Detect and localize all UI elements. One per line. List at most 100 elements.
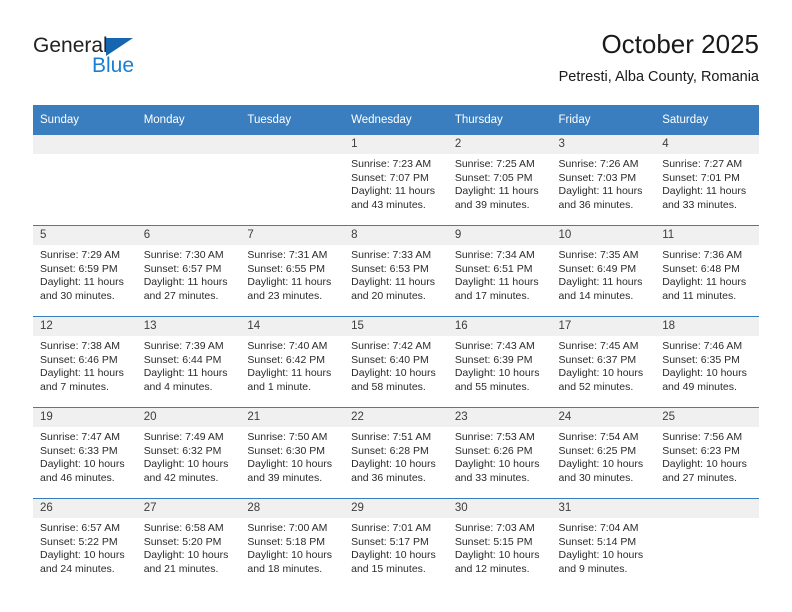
sunrise-text: Sunrise: 7:03 AM [454, 522, 535, 534]
calendar-week-row: 5 Sunrise: 7:29 AM Sunset: 6:59 PM Daylight… [33, 225, 759, 317]
calendar-day-cell[interactable]: 1 Sunrise: 7:23 AM Sunset: 7:07 PM Daylight… [344, 135, 448, 226]
day-sun-info: Sunrise: 7:46 AM Sunset: 6:35 PM Daylight:… [655, 336, 759, 394]
day-sun-info: Sunrise: 7:31 AM Sunset: 6:55 PM Daylight:… [240, 245, 344, 303]
daylight-text-line2: and 49 minutes. [662, 380, 737, 393]
calendar-day-cell[interactable]: 11 Sunrise: 7:36 AM Sunset: 6:48 PM Dayligh… [655, 225, 759, 317]
daylight-text-line1: Daylight: 10 hours [247, 549, 333, 562]
sunrise-text: Sunrise: 7:45 AM [558, 340, 639, 352]
page-subtitle: Petresti, Alba County, Romania [558, 69, 759, 85]
day-number: 29 [344, 499, 448, 518]
calendar-day-cell[interactable]: 5 Sunrise: 7:29 AM Sunset: 6:59 PM Daylight… [33, 225, 137, 317]
sunset-text: Sunset: 5:17 PM [351, 535, 429, 548]
sunrise-text: Sunrise: 7:30 AM [143, 249, 224, 261]
day-number: 27 [136, 499, 241, 518]
calendar-day-cell[interactable]: 12 Sunrise: 7:38 AM Sunset: 6:46 PM Dayligh… [33, 316, 137, 408]
day-sun-info: Sunrise: 7:53 AM Sunset: 6:26 PM Daylight:… [448, 427, 552, 485]
calendar-day-cell[interactable]: 7 Sunrise: 7:31 AM Sunset: 6:55 PM Daylight… [240, 225, 345, 317]
calendar-day-cell-empty [33, 135, 137, 226]
daylight-text-line2: and 21 minutes. [143, 562, 219, 575]
calendar-day-cell[interactable]: 16 Sunrise: 7:43 AM Sunset: 6:39 PM Dayligh… [447, 316, 552, 408]
calendar-day-cell[interactable]: 24 Sunrise: 7:54 AM Sunset: 6:25 PM Dayligh… [551, 407, 656, 499]
calendar-day-cell[interactable]: 14 Sunrise: 7:40 AM Sunset: 6:42 PM Dayligh… [240, 316, 345, 408]
daylight-text-line2: and 11 minutes. [662, 289, 737, 302]
day-sun-info: Sunrise: 7:26 AM Sunset: 7:03 PM Daylight:… [552, 154, 656, 212]
calendar-day-cell[interactable]: 22 Sunrise: 7:51 AM Sunset: 6:28 PM Dayligh… [344, 407, 448, 499]
daylight-text-line2: and 23 minutes. [247, 289, 323, 302]
daylight-text-line2: and 1 minute. [247, 380, 312, 393]
calendar-day-cell[interactable]: 8 Sunrise: 7:33 AM Sunset: 6:53 PM Daylight… [344, 225, 448, 317]
sunset-text: Sunset: 6:30 PM [247, 444, 326, 457]
calendar-day-cell[interactable]: 23 Sunrise: 7:53 AM Sunset: 6:26 PM Dayligh… [447, 407, 552, 499]
sunset-text: Sunset: 5:15 PM [454, 535, 533, 548]
day-sun-info: Sunrise: 7:40 AM Sunset: 6:42 PM Daylight:… [240, 336, 344, 394]
general-blue-logo[interactable]: General Blue [33, 34, 233, 90]
daylight-text-line2: and 58 minutes. [351, 380, 426, 393]
calendar-day-cell[interactable]: 15 Sunrise: 7:42 AM Sunset: 6:40 PM Dayligh… [344, 316, 448, 408]
daylight-text-line1: Daylight: 11 hours [558, 185, 643, 198]
daylight-text-line1: Daylight: 10 hours [558, 549, 644, 562]
calendar-day-cell-empty [655, 498, 759, 589]
daylight-text-line2: and 30 minutes. [40, 289, 115, 302]
sunrise-text: Sunrise: 7:51 AM [351, 431, 432, 443]
calendar-week-row: 1 Sunrise: 7:23 AM Sunset: 7:07 PM Daylight… [33, 135, 759, 226]
sunrise-text: Sunrise: 6:58 AM [143, 522, 224, 534]
calendar-day-cell[interactable]: 18 Sunrise: 7:46 AM Sunset: 6:35 PM Dayligh… [655, 316, 759, 408]
day-number: 17 [551, 317, 656, 336]
day-number: 10 [551, 226, 656, 245]
sunset-text: Sunset: 6:55 PM [247, 262, 326, 275]
calendar-day-cell[interactable]: 27 Sunrise: 6:58 AM Sunset: 5:20 PM Dayligh… [136, 498, 241, 589]
calendar-day-cell[interactable]: 19 Sunrise: 7:47 AM Sunset: 6:33 PM Dayligh… [33, 407, 137, 499]
sunset-text: Sunset: 5:20 PM [143, 535, 222, 548]
calendar-day-cell[interactable]: 31 Sunrise: 7:04 AM Sunset: 5:14 PM Dayligh… [551, 498, 656, 589]
sunset-text: Sunset: 7:01 PM [662, 171, 740, 184]
calendar-day-cell[interactable]: 2 Sunrise: 7:25 AM Sunset: 7:05 PM Daylight… [447, 135, 552, 226]
daylight-text-line1: Daylight: 10 hours [40, 549, 125, 562]
daylight-text-line2: and 24 minutes. [40, 562, 115, 575]
daylight-text-line1: Daylight: 10 hours [351, 367, 436, 380]
calendar-day-cell[interactable]: 25 Sunrise: 7:56 AM Sunset: 6:23 PM Dayligh… [655, 407, 759, 499]
calendar-day-cell[interactable]: 21 Sunrise: 7:50 AM Sunset: 6:30 PM Dayligh… [240, 407, 345, 499]
calendar-day-cell[interactable]: 29 Sunrise: 7:01 AM Sunset: 5:17 PM Dayligh… [344, 498, 448, 589]
page-title: October 2025 [601, 29, 759, 59]
sunset-text: Sunset: 6:59 PM [40, 262, 118, 275]
sunset-text: Sunset: 6:35 PM [662, 353, 740, 366]
calendar-day-cell[interactable]: 6 Sunrise: 7:30 AM Sunset: 6:57 PM Daylight… [136, 225, 241, 317]
day-sun-info: Sunrise: 7:47 AM Sunset: 6:33 PM Daylight:… [33, 427, 137, 485]
calendar-header-row: Sunday Monday Tuesday Wednesday Thursday… [33, 105, 759, 135]
calendar-day-cell[interactable]: 17 Sunrise: 7:45 AM Sunset: 6:37 PM Dayligh… [551, 316, 656, 408]
day-number: 1 [344, 135, 448, 154]
sunset-text: Sunset: 6:49 PM [558, 262, 637, 275]
calendar-day-cell[interactable]: 30 Sunrise: 7:03 AM Sunset: 5:15 PM Dayligh… [447, 498, 552, 589]
day-sun-info: Sunrise: 7:43 AM Sunset: 6:39 PM Daylight:… [448, 336, 552, 394]
calendar-day-cell[interactable]: 4 Sunrise: 7:27 AM Sunset: 7:01 PM Daylight… [655, 135, 759, 226]
day-sun-info: Sunrise: 7:36 AM Sunset: 6:48 PM Daylight:… [655, 245, 759, 303]
sunrise-text: Sunrise: 7:23 AM [351, 158, 432, 170]
daylight-text-line1: Daylight: 11 hours [247, 276, 332, 289]
calendar-day-cell[interactable]: 28 Sunrise: 7:00 AM Sunset: 5:18 PM Dayligh… [240, 498, 345, 589]
calendar-day-cell[interactable]: 13 Sunrise: 7:39 AM Sunset: 6:44 PM Dayligh… [136, 316, 241, 408]
sunrise-text: Sunrise: 7:39 AM [143, 340, 224, 352]
day-number: 18 [655, 317, 759, 336]
sunrise-text: Sunrise: 7:34 AM [454, 249, 535, 261]
calendar-day-cell[interactable]: 9 Sunrise: 7:34 AM Sunset: 6:51 PM Daylight… [447, 225, 552, 317]
day-number: 16 [447, 317, 552, 336]
sunset-text: Sunset: 6:44 PM [143, 353, 222, 366]
day-sun-info: Sunrise: 7:34 AM Sunset: 6:51 PM Daylight:… [448, 245, 552, 303]
day-sun-info: Sunrise: 6:58 AM Sunset: 5:20 PM Daylight:… [137, 518, 241, 576]
daylight-text-line1: Daylight: 11 hours [247, 367, 332, 380]
sunrise-text: Sunrise: 7:40 AM [247, 340, 328, 352]
daylight-text-line2: and 18 minutes. [247, 562, 323, 575]
sunset-text: Sunset: 6:37 PM [558, 353, 637, 366]
sunrise-text: Sunrise: 7:04 AM [558, 522, 639, 534]
day-sun-info: Sunrise: 7:33 AM Sunset: 6:53 PM Daylight:… [344, 245, 448, 303]
calendar-day-cell-empty [240, 135, 345, 226]
day-number: 3 [551, 135, 656, 154]
day-number: 24 [551, 408, 656, 427]
daylight-text-line1: Daylight: 10 hours [247, 458, 333, 471]
calendar-day-cell-empty [136, 135, 241, 226]
calendar-day-cell[interactable]: 3 Sunrise: 7:26 AM Sunset: 7:03 PM Daylight… [551, 135, 656, 226]
calendar-day-cell[interactable]: 10 Sunrise: 7:35 AM Sunset: 6:49 PM Dayligh… [551, 225, 656, 317]
calendar-day-cell[interactable]: 20 Sunrise: 7:49 AM Sunset: 6:32 PM Dayligh… [136, 407, 241, 499]
calendar-day-cell[interactable]: 26 Sunrise: 6:57 AM Sunset: 5:22 PM Dayligh… [33, 498, 137, 589]
daylight-text-line2: and 12 minutes. [454, 562, 530, 575]
